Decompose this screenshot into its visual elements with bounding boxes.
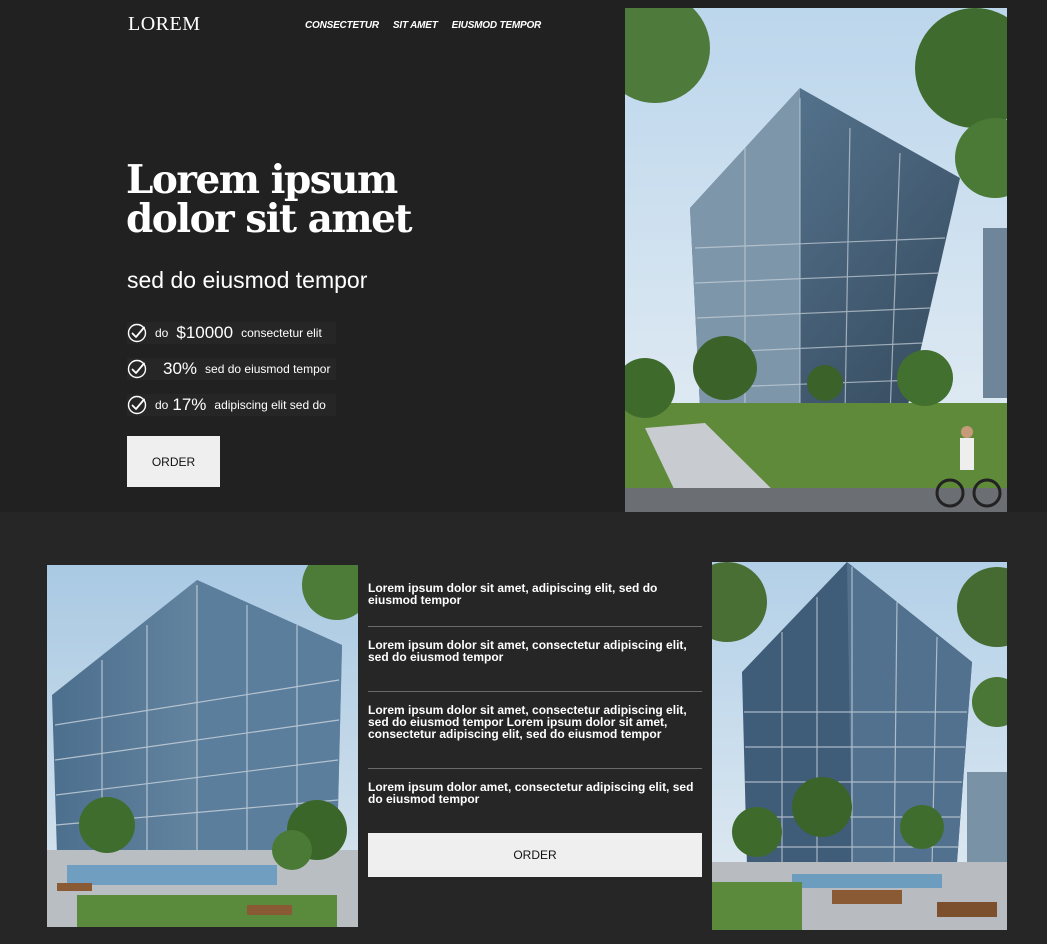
- info-item: Lorem ipsum dolor sit amet, adipiscing e…: [368, 570, 702, 627]
- feature-list: do $10000 consectetur elit 30% sed do ei…: [127, 322, 337, 430]
- info-item: Lorem ipsum dolor amet, consectetur adip…: [368, 780, 694, 806]
- feature-item: do $10000 consectetur elit: [127, 322, 337, 344]
- logo[interactable]: LOREM: [128, 13, 201, 36]
- info-item: Lorem ipsum dolor sit amet, consectetur …: [368, 627, 702, 692]
- nav-link-consectetur[interactable]: CONSECTETUR: [305, 20, 379, 31]
- feature-value: $10000: [176, 323, 234, 342]
- feature-text: consectetur elit: [241, 326, 322, 340]
- feature-prefix: do: [155, 326, 169, 340]
- feature-item: 30% sed do eiusmod tempor: [127, 358, 337, 380]
- feature-value: 17%: [172, 395, 207, 414]
- office-building-image: [625, 8, 1007, 512]
- info-item: Lorem ipsum dolor sit amet, consectetur …: [368, 692, 702, 769]
- feature-text: sed do eiusmod tempor: [205, 362, 331, 376]
- office-building-image: [47, 565, 358, 927]
- feature-value: 30%: [163, 359, 198, 378]
- checkmark-circle-icon: [127, 395, 147, 415]
- nav-link-eiusmod-tempor[interactable]: EIUSMOD TEMPOR: [452, 20, 542, 31]
- order-button[interactable]: ORDER: [127, 436, 220, 487]
- checkmark-circle-icon: [127, 359, 147, 379]
- nav-link-sit-amet[interactable]: SIT AMET: [393, 20, 438, 31]
- info-list: Lorem ipsum dolor sit amet, adipiscing e…: [368, 570, 702, 824]
- office-building-image: [712, 562, 1007, 930]
- feature-text: adipiscing elit sed do: [214, 398, 326, 412]
- hero-section: LOREM CONSECTETUR SIT AMET EIUSMOD TEMPO…: [0, 0, 1047, 512]
- checkmark-circle-icon: [127, 323, 147, 343]
- feature-item: do 17% adipiscing elit sed do: [127, 394, 337, 416]
- hero-title: Lorem ipsum dolor sit amet: [126, 157, 412, 242]
- hero-subtitle: sed do eiusmod tempor: [127, 267, 368, 293]
- order-button-secondary[interactable]: ORDER: [368, 833, 702, 877]
- main-nav: CONSECTETUR SIT AMET EIUSMOD TEMPOR: [305, 20, 541, 31]
- feature-prefix: do: [155, 398, 169, 412]
